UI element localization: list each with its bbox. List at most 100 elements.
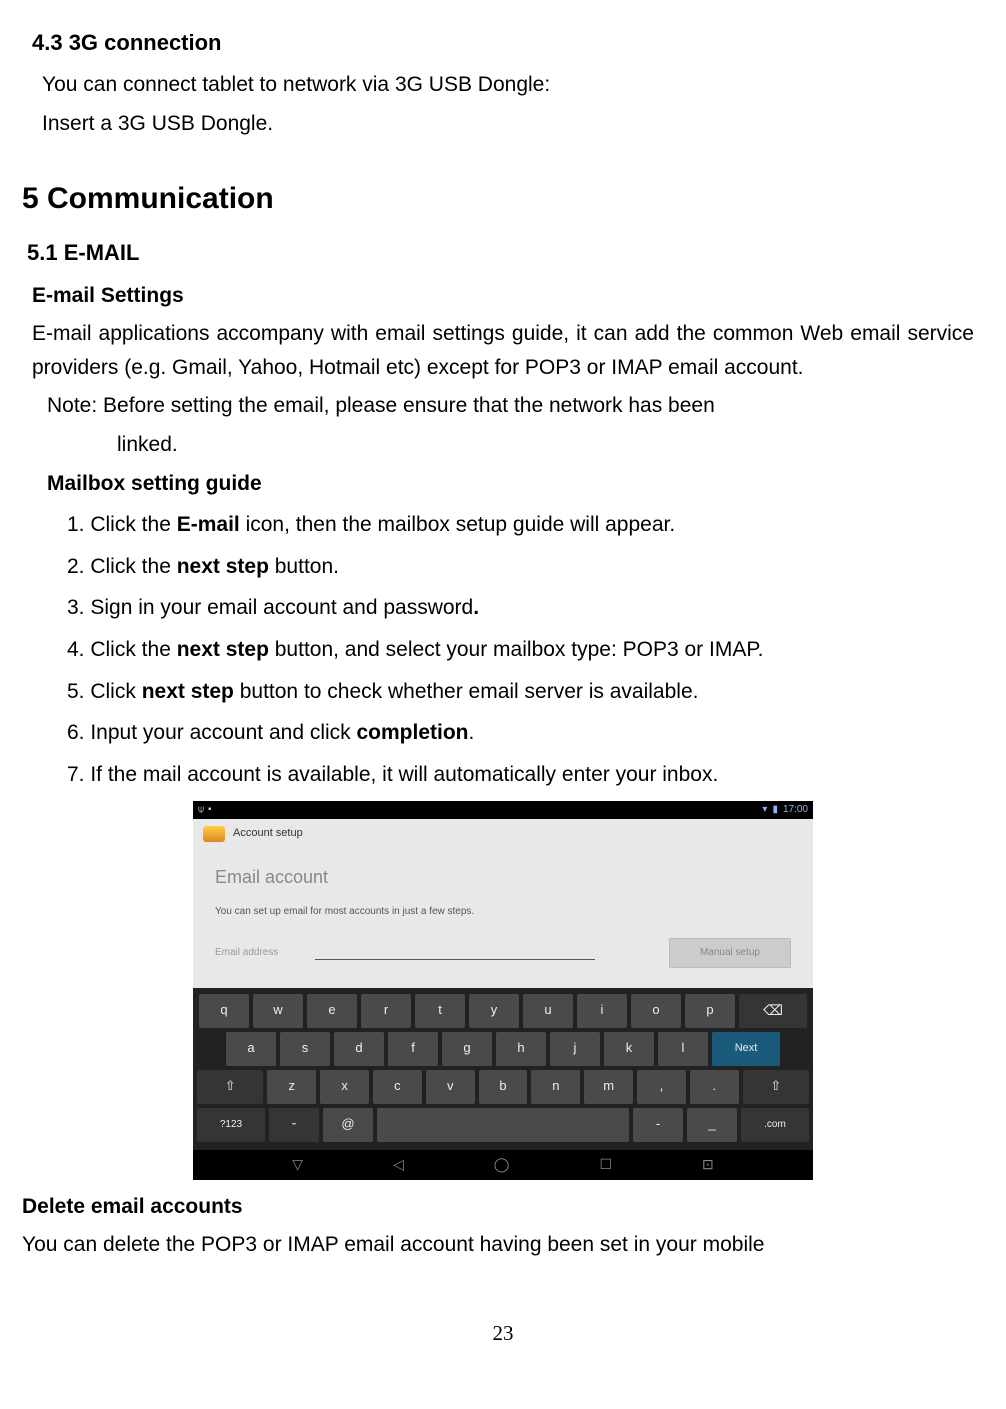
mic-icon[interactable]: ⏑ xyxy=(269,1108,319,1142)
key-h[interactable]: h xyxy=(496,1032,546,1066)
bold: completion xyxy=(357,721,469,744)
key-f[interactable]: f xyxy=(388,1032,438,1066)
key-s[interactable]: s xyxy=(280,1032,330,1066)
dash-key[interactable]: - xyxy=(633,1108,683,1142)
key-period[interactable]: . xyxy=(690,1070,739,1104)
symbols-key[interactable]: ?123 xyxy=(197,1108,265,1142)
kb-row-1: q w e r t y u i o p ⌫ xyxy=(197,994,809,1028)
text: button, and select your mailbox type: PO… xyxy=(269,638,764,661)
usb-icon: ⍦ xyxy=(198,802,204,818)
bold: next step xyxy=(142,680,234,703)
text: button to check whether email server is … xyxy=(234,680,699,703)
key-e[interactable]: e xyxy=(307,994,357,1028)
key-q[interactable]: q xyxy=(199,994,249,1028)
step-6: 6. Input your account and click completi… xyxy=(67,716,984,750)
key-m[interactable]: m xyxy=(584,1070,633,1104)
nav-recent-icon[interactable]: ☐ xyxy=(599,1153,612,1175)
key-x[interactable]: x xyxy=(320,1070,369,1104)
backspace-icon[interactable]: ⌫ xyxy=(739,994,807,1028)
manual-setup-button[interactable]: Manual setup xyxy=(669,938,791,968)
email-label: Email address xyxy=(215,945,285,961)
input-row: Email address Manual setup xyxy=(215,938,791,968)
body-text: You can delete the POP3 or IMAP email ac… xyxy=(22,1228,984,1262)
step-3: 3. Sign in your email account and passwo… xyxy=(67,591,984,625)
key-n[interactable]: n xyxy=(531,1070,580,1104)
underscore-key[interactable]: _ xyxy=(687,1108,737,1142)
delete-accounts-heading: Delete email accounts xyxy=(22,1190,984,1224)
text: 1. Click the xyxy=(67,513,177,536)
email-settings-heading: E-mail Settings xyxy=(32,279,984,313)
key-w[interactable]: w xyxy=(253,994,303,1028)
status-bar: ⍦ ▪ ▾ ▮ 17:00 xyxy=(193,801,813,819)
step-2: 2. Click the next step button. xyxy=(67,550,984,584)
shift-key-icon[interactable]: ⇧ xyxy=(197,1070,263,1104)
status-left: ⍦ ▪ xyxy=(198,802,212,818)
key-y[interactable]: y xyxy=(469,994,519,1028)
key-a[interactable]: a xyxy=(226,1032,276,1066)
text: 5. Click xyxy=(67,680,142,703)
key-t[interactable]: t xyxy=(415,994,465,1028)
soft-keyboard: q w e r t y u i o p ⌫ a s d f g h j k xyxy=(193,988,813,1150)
device-screen: ⍦ ▪ ▾ ▮ 17:00 Account setup Email accoun… xyxy=(193,801,813,1179)
text: icon, then the mailbox setup guide will … xyxy=(240,513,675,536)
key-u[interactable]: u xyxy=(523,994,573,1028)
dotcom-key[interactable]: .com xyxy=(741,1108,809,1142)
debug-icon: ▪ xyxy=(208,802,212,818)
content-area: Email account You can set up email for m… xyxy=(193,849,813,988)
status-right: ▾ ▮ 17:00 xyxy=(762,802,808,818)
key-z[interactable]: z xyxy=(267,1070,316,1104)
step-1: 1. Click the E-mail icon, then the mailb… xyxy=(67,508,984,542)
setup-subtitle: You can set up email for most accounts i… xyxy=(215,904,791,920)
app-header: Account setup xyxy=(193,819,813,849)
section-5-heading: 5 Communication xyxy=(22,175,984,223)
space-key[interactable] xyxy=(377,1108,629,1142)
next-key[interactable]: Next xyxy=(712,1032,780,1066)
bold: . xyxy=(473,596,479,619)
wifi-icon: ▾ xyxy=(762,802,767,818)
key-k[interactable]: k xyxy=(604,1032,654,1066)
shift-key-right-icon[interactable]: ⇧ xyxy=(743,1070,809,1104)
key-b[interactable]: b xyxy=(479,1070,528,1104)
nav-back-icon[interactable]: ◁ xyxy=(393,1153,404,1175)
text: 2. Click the xyxy=(67,555,177,578)
key-v[interactable]: v xyxy=(426,1070,475,1104)
kb-row-2: a s d f g h j k l Next xyxy=(197,1032,809,1066)
nav-hide-icon[interactable]: ▽ xyxy=(292,1153,303,1175)
key-l[interactable]: l xyxy=(658,1032,708,1066)
nav-bar: ▽ ◁ ◯ ☐ ⊡ xyxy=(193,1150,813,1180)
battery-icon: ▮ xyxy=(772,802,778,818)
key-r[interactable]: r xyxy=(361,994,411,1028)
text: . xyxy=(469,721,475,744)
at-key[interactable]: @ xyxy=(323,1108,373,1142)
key-d[interactable]: d xyxy=(334,1032,384,1066)
key-comma[interactable]: , xyxy=(637,1070,686,1104)
key-j[interactable]: j xyxy=(550,1032,600,1066)
nav-screenshot-icon[interactable]: ⊡ xyxy=(702,1153,714,1175)
step-7: 7. If the mail account is available, it … xyxy=(67,758,984,792)
section-5-1-heading: 5.1 E-MAIL xyxy=(27,235,984,270)
key-c[interactable]: c xyxy=(373,1070,422,1104)
body-text: Insert a 3G USB Dongle. xyxy=(42,107,984,141)
key-i[interactable]: i xyxy=(577,994,627,1028)
email-field[interactable] xyxy=(315,945,595,960)
embedded-screenshot: ⍦ ▪ ▾ ▮ 17:00 Account setup Email accoun… xyxy=(193,801,813,1179)
app-title: Account setup xyxy=(233,825,303,843)
body-text: You can connect tablet to network via 3G… xyxy=(42,68,984,102)
text: 3. Sign in your email account and passwo… xyxy=(67,596,473,619)
nav-home-icon[interactable]: ◯ xyxy=(494,1153,510,1175)
key-g[interactable]: g xyxy=(442,1032,492,1066)
kb-row-3: ⇧ z x c v b n m , . ⇧ xyxy=(197,1070,809,1104)
text: button. xyxy=(269,555,339,578)
bold: next step xyxy=(177,555,269,578)
key-p[interactable]: p xyxy=(685,994,735,1028)
note-text-cont: linked. xyxy=(117,428,984,462)
kb-row-4: ?123 ⏑ @ - _ .com xyxy=(197,1108,809,1142)
email-app-icon xyxy=(203,826,225,842)
page-number: 23 xyxy=(22,1317,984,1351)
mailbox-guide-heading: Mailbox setting guide xyxy=(47,467,984,501)
key-o[interactable]: o xyxy=(631,994,681,1028)
step-5: 5. Click next step button to check wheth… xyxy=(67,675,984,709)
text: 4. Click the xyxy=(67,638,177,661)
bold: next step xyxy=(177,638,269,661)
body-text: E-mail applications accompany with email… xyxy=(32,317,974,384)
